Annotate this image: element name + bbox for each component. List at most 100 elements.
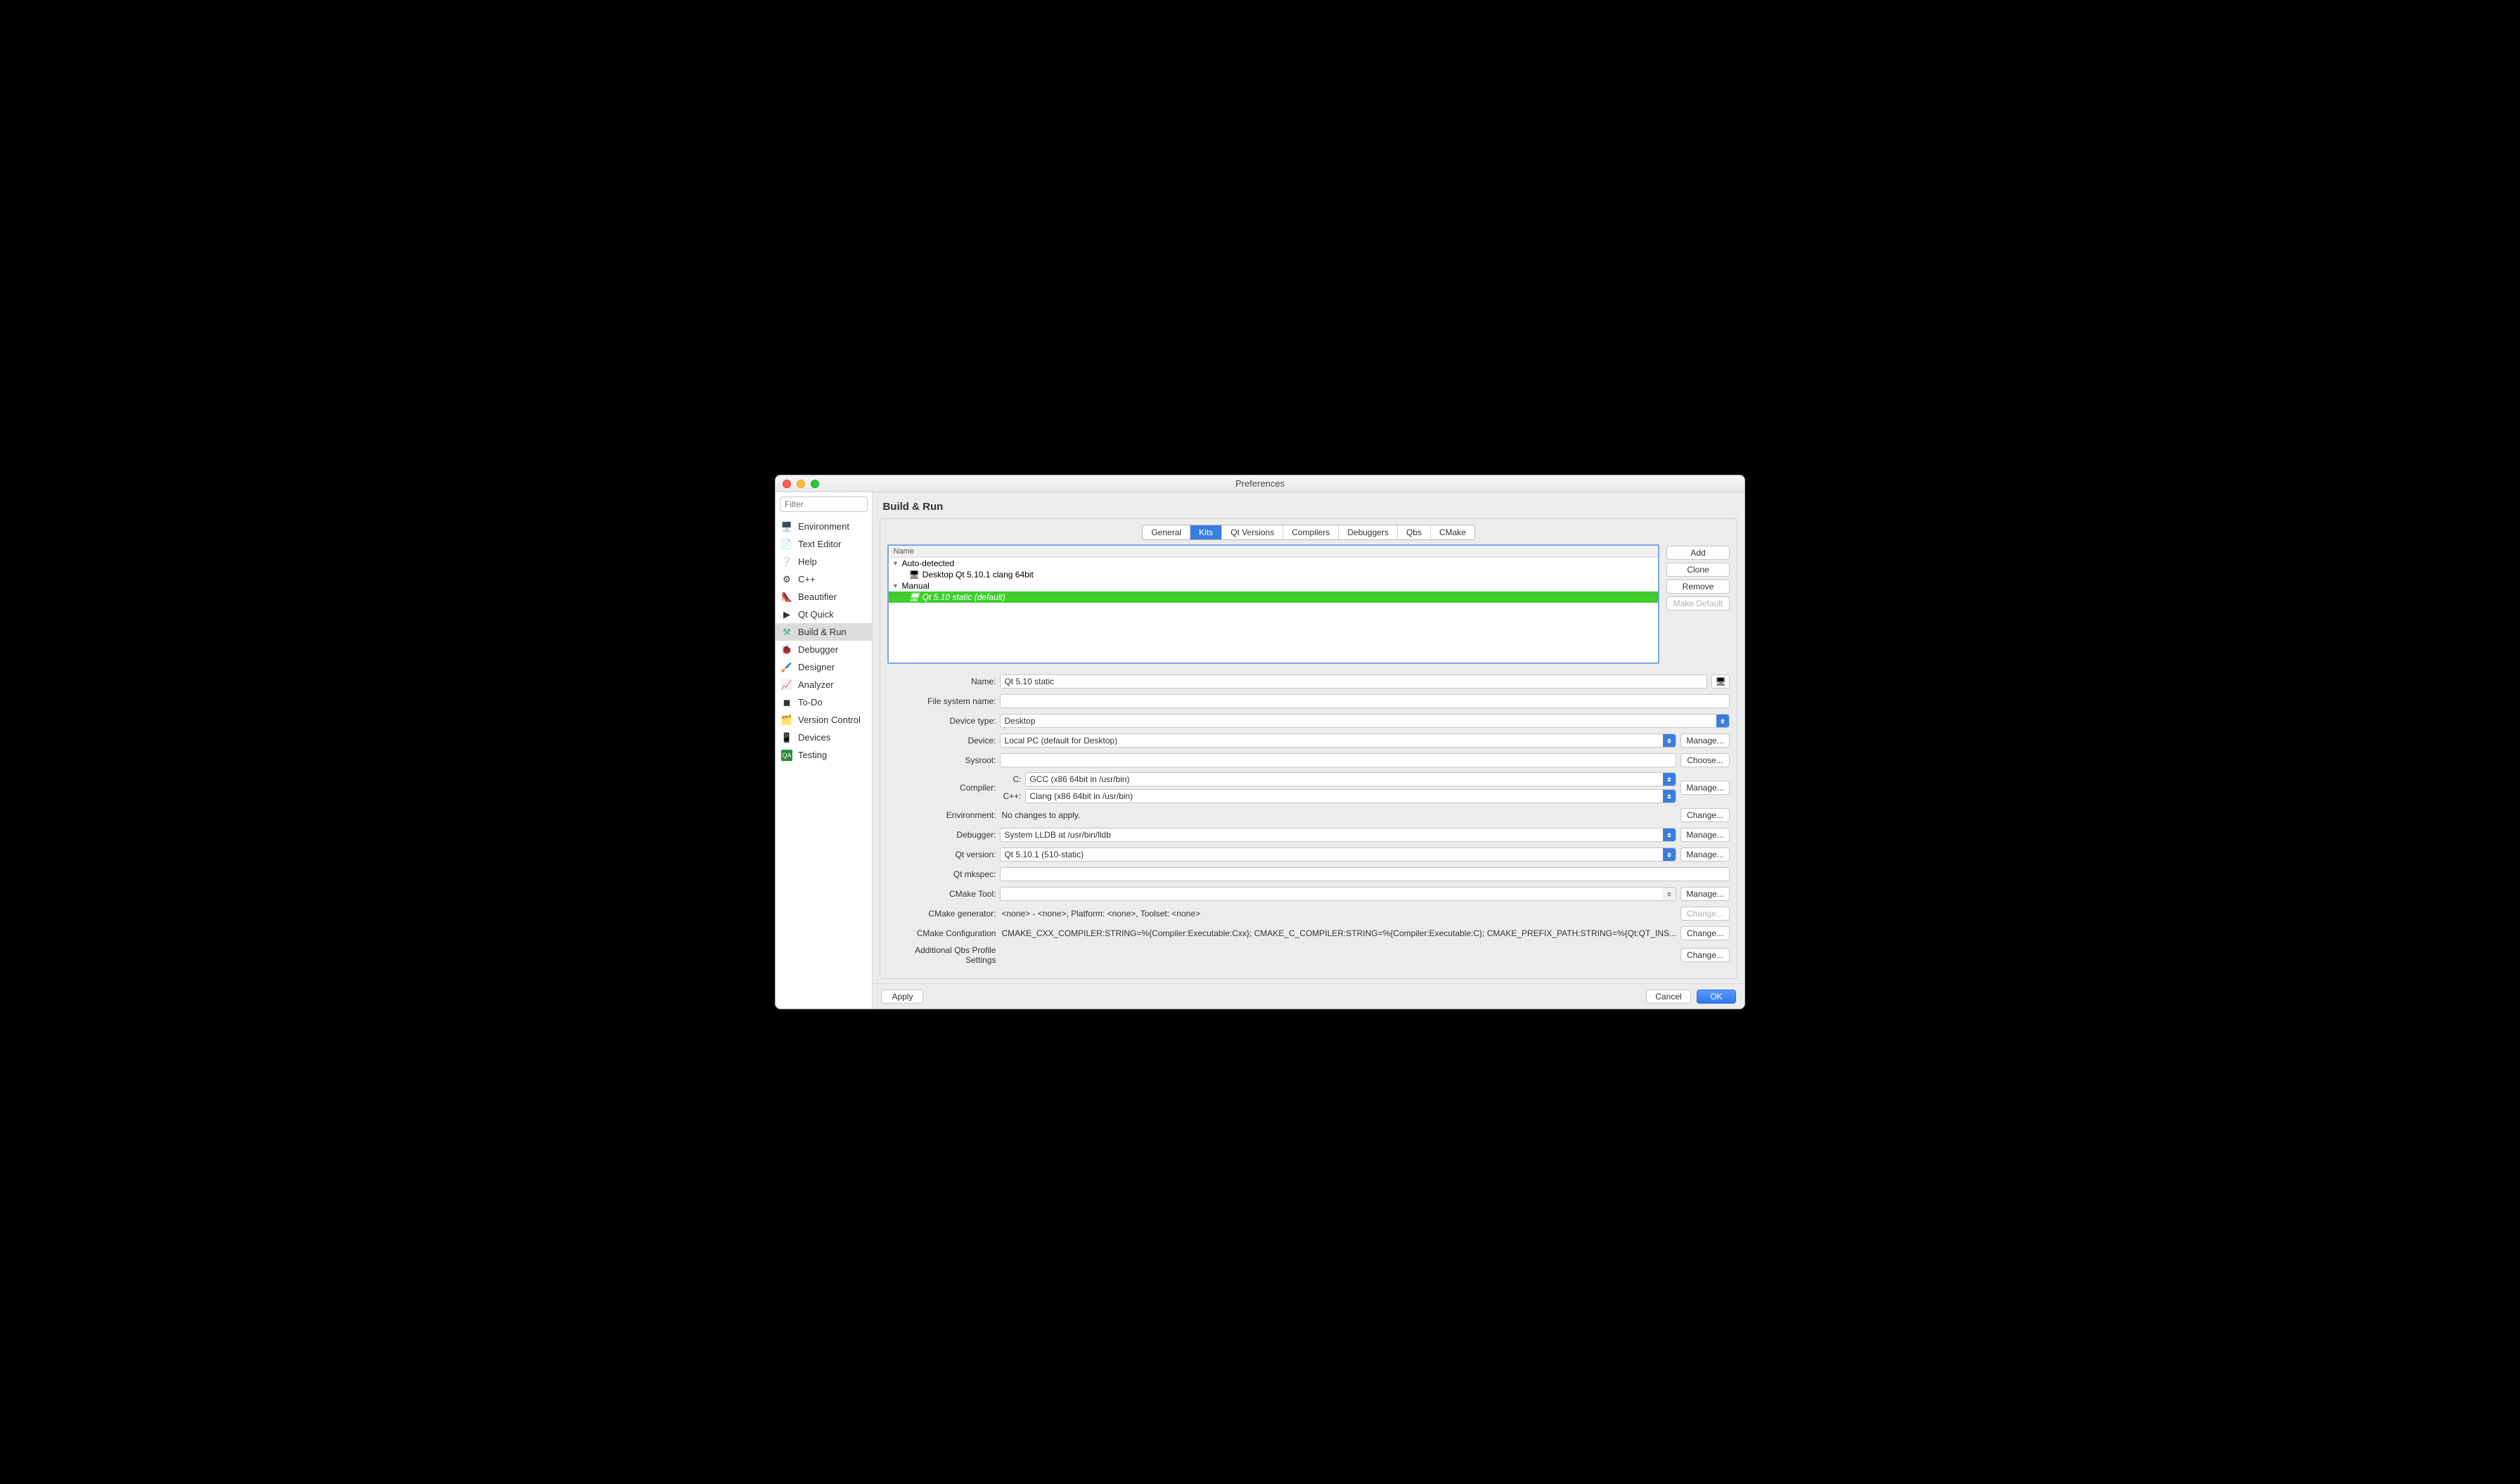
tree-label: Qt 5.10 static (default) bbox=[922, 592, 1005, 602]
filter-input[interactable] bbox=[780, 497, 868, 512]
tree-label: Auto-detected bbox=[901, 558, 954, 568]
cpp-icon: ⚙ bbox=[781, 574, 792, 585]
sidebar-item-label: C++ bbox=[798, 574, 816, 584]
sidebar: 🖥️Environment 📄Text Editor ❔ Help ⚙ C++ 👠B… bbox=[776, 492, 873, 1009]
cancel-button[interactable]: Cancel bbox=[1646, 990, 1691, 1004]
minimize-icon[interactable] bbox=[797, 480, 805, 488]
tree-item-manual-kit[interactable]: 🖥 Qt 5.10 static (default) bbox=[889, 591, 1658, 603]
chevron-updown-icon bbox=[1716, 715, 1729, 727]
make-default-button: Make Default bbox=[1666, 596, 1730, 610]
sysroot-field[interactable] bbox=[1000, 753, 1676, 767]
testing-icon: QA bbox=[781, 750, 792, 761]
sidebar-item-label: Environment bbox=[798, 521, 849, 532]
tabs-row: General Kits Qt Versions Compilers Debug… bbox=[880, 519, 1737, 544]
sidebar-item-version-control[interactable]: 🗂️Version Control bbox=[776, 711, 872, 729]
sidebar-item-debugger[interactable]: 🐞Debugger bbox=[776, 641, 872, 658]
tree-group-manual[interactable]: ▼ Manual bbox=[889, 580, 1658, 591]
clone-button[interactable]: Clone bbox=[1666, 563, 1730, 577]
sidebar-item-todo[interactable]: ◼To-Do bbox=[776, 693, 872, 711]
sidebar-item-text-editor[interactable]: 📄Text Editor bbox=[776, 535, 872, 553]
debugger-select[interactable]: System LLDB at /usr/bin/lldb bbox=[1000, 828, 1676, 842]
sidebar-item-build-run[interactable]: ⚒Build & Run bbox=[776, 623, 872, 641]
document-icon: 📄 bbox=[781, 539, 792, 550]
tab-debuggers[interactable]: Debuggers bbox=[1339, 525, 1398, 539]
ok-button[interactable]: OK bbox=[1697, 990, 1736, 1004]
qtquick-icon: ▶ bbox=[781, 609, 792, 620]
chevron-updown-icon bbox=[1663, 773, 1676, 786]
compiler-group: C: GCC (x86 64bit in /usr/bin) C++: Clan… bbox=[1000, 772, 1676, 803]
name-field[interactable]: Qt 5.10 static bbox=[1000, 674, 1707, 689]
sidebar-item-beautifier[interactable]: 👠Beautifier bbox=[776, 588, 872, 606]
sidebar-item-designer[interactable]: 🖌️ Designer bbox=[776, 658, 872, 676]
qt-version-label: Qt version: bbox=[887, 850, 1000, 859]
zoom-icon[interactable] bbox=[811, 480, 819, 488]
sidebar-item-label: Help bbox=[798, 556, 817, 567]
window-title: Preferences bbox=[1235, 478, 1285, 489]
sidebar-item-qtquick[interactable]: ▶Qt Quick bbox=[776, 606, 872, 623]
titlebar: Preferences bbox=[776, 475, 1744, 492]
sidebar-item-help[interactable]: ❔ Help bbox=[776, 553, 872, 570]
compiler-manage-button[interactable]: Manage... bbox=[1680, 781, 1730, 795]
sidebar-item-label: Designer bbox=[798, 662, 835, 672]
tab-qt-versions[interactable]: Qt Versions bbox=[1222, 525, 1283, 539]
env-label: Environment: bbox=[887, 810, 1000, 820]
compiler-c-select[interactable]: GCC (x86 64bit in /usr/bin) bbox=[1025, 772, 1676, 786]
kits-tree[interactable]: Name ▼ Auto-detected 🖥 Desktop Qt 5.10.1… bbox=[887, 544, 1659, 664]
cmake-tool-manage-button[interactable]: Manage... bbox=[1680, 887, 1730, 901]
cmake-conf-change-button[interactable]: Change... bbox=[1680, 926, 1730, 940]
qt-version-manage-button[interactable]: Manage... bbox=[1680, 847, 1730, 862]
tab-general[interactable]: General bbox=[1143, 525, 1190, 539]
desktop-icon: 🖥 bbox=[908, 570, 919, 580]
tab-cmake[interactable]: CMake bbox=[1431, 525, 1474, 539]
debugger-manage-button[interactable]: Manage... bbox=[1680, 828, 1730, 842]
qt-version-select[interactable]: Qt 5.10.1 (510-static) bbox=[1000, 847, 1676, 862]
fsname-field[interactable] bbox=[1000, 694, 1730, 708]
main: Build & Run General Kits Qt Versions Com… bbox=[873, 492, 1744, 1009]
sidebar-item-label: Testing bbox=[798, 750, 827, 760]
remove-button[interactable]: Remove bbox=[1666, 580, 1730, 594]
device-type-select[interactable]: Desktop bbox=[1000, 714, 1730, 728]
sidebar-item-testing[interactable]: QA Testing bbox=[776, 746, 872, 764]
sidebar-item-environment[interactable]: 🖥️Environment bbox=[776, 518, 872, 535]
disclosure-icon[interactable]: ▼ bbox=[892, 582, 899, 589]
device-manage-button[interactable]: Manage... bbox=[1680, 734, 1730, 748]
tab-kits[interactable]: Kits bbox=[1190, 525, 1222, 539]
disclosure-icon[interactable]: ▼ bbox=[892, 560, 899, 567]
env-change-button[interactable]: Change... bbox=[1680, 808, 1730, 822]
device-type-label: Device type: bbox=[887, 716, 1000, 726]
name-label: Name: bbox=[887, 677, 1000, 686]
sidebar-item-devices[interactable]: 📱Devices bbox=[776, 729, 872, 746]
vcs-icon: 🗂️ bbox=[781, 715, 792, 726]
kit-icon-button[interactable]: 🖥 bbox=[1711, 674, 1730, 689]
cmake-tool-select[interactable] bbox=[1000, 887, 1676, 901]
tab-compilers[interactable]: Compilers bbox=[1283, 525, 1339, 539]
shoe-icon: 👠 bbox=[781, 591, 792, 603]
add-button[interactable]: Add bbox=[1666, 546, 1730, 560]
sysroot-choose-button[interactable]: Choose... bbox=[1680, 753, 1730, 767]
brush-icon: 🖌️ bbox=[781, 662, 792, 673]
footer: Apply Cancel OK bbox=[873, 983, 1744, 1009]
cmake-gen-change-button: Change... bbox=[1680, 907, 1730, 921]
cmake-tool-label: CMake Tool: bbox=[887, 889, 1000, 899]
sidebar-item-cpp[interactable]: ⚙ C++ bbox=[776, 570, 872, 588]
filter-wrap bbox=[776, 492, 872, 516]
tree-header: Name bbox=[889, 546, 1658, 558]
help-icon: ❔ bbox=[781, 556, 792, 568]
chevron-updown-icon bbox=[1663, 734, 1676, 747]
device-select[interactable]: Local PC (default for Desktop) bbox=[1000, 734, 1676, 748]
env-value: No changes to apply. bbox=[1000, 810, 1676, 820]
apply-button[interactable]: Apply bbox=[881, 990, 923, 1004]
tree-item-autodetected-kit[interactable]: 🖥 Desktop Qt 5.10.1 clang 64bit bbox=[889, 569, 1658, 580]
tree-group-autodetected[interactable]: ▼ Auto-detected bbox=[889, 558, 1658, 569]
analyzer-icon: 📈 bbox=[781, 679, 792, 691]
tab-qbs[interactable]: Qbs bbox=[1398, 525, 1431, 539]
close-icon[interactable] bbox=[783, 480, 791, 488]
cmake-conf-label: CMake Configuration bbox=[887, 928, 1000, 938]
compiler-cxx-select[interactable]: Clang (x86 64bit in /usr/bin) bbox=[1025, 789, 1676, 803]
bug-icon: 🐞 bbox=[781, 644, 792, 655]
cmake-gen-value: <none> - <none>, Platform: <none>, Tools… bbox=[1000, 909, 1676, 919]
debugger-label: Debugger: bbox=[887, 830, 1000, 840]
mkspec-field[interactable] bbox=[1000, 867, 1730, 881]
qbs-change-button[interactable]: Change... bbox=[1680, 948, 1730, 962]
sidebar-item-analyzer[interactable]: 📈Analyzer bbox=[776, 676, 872, 693]
